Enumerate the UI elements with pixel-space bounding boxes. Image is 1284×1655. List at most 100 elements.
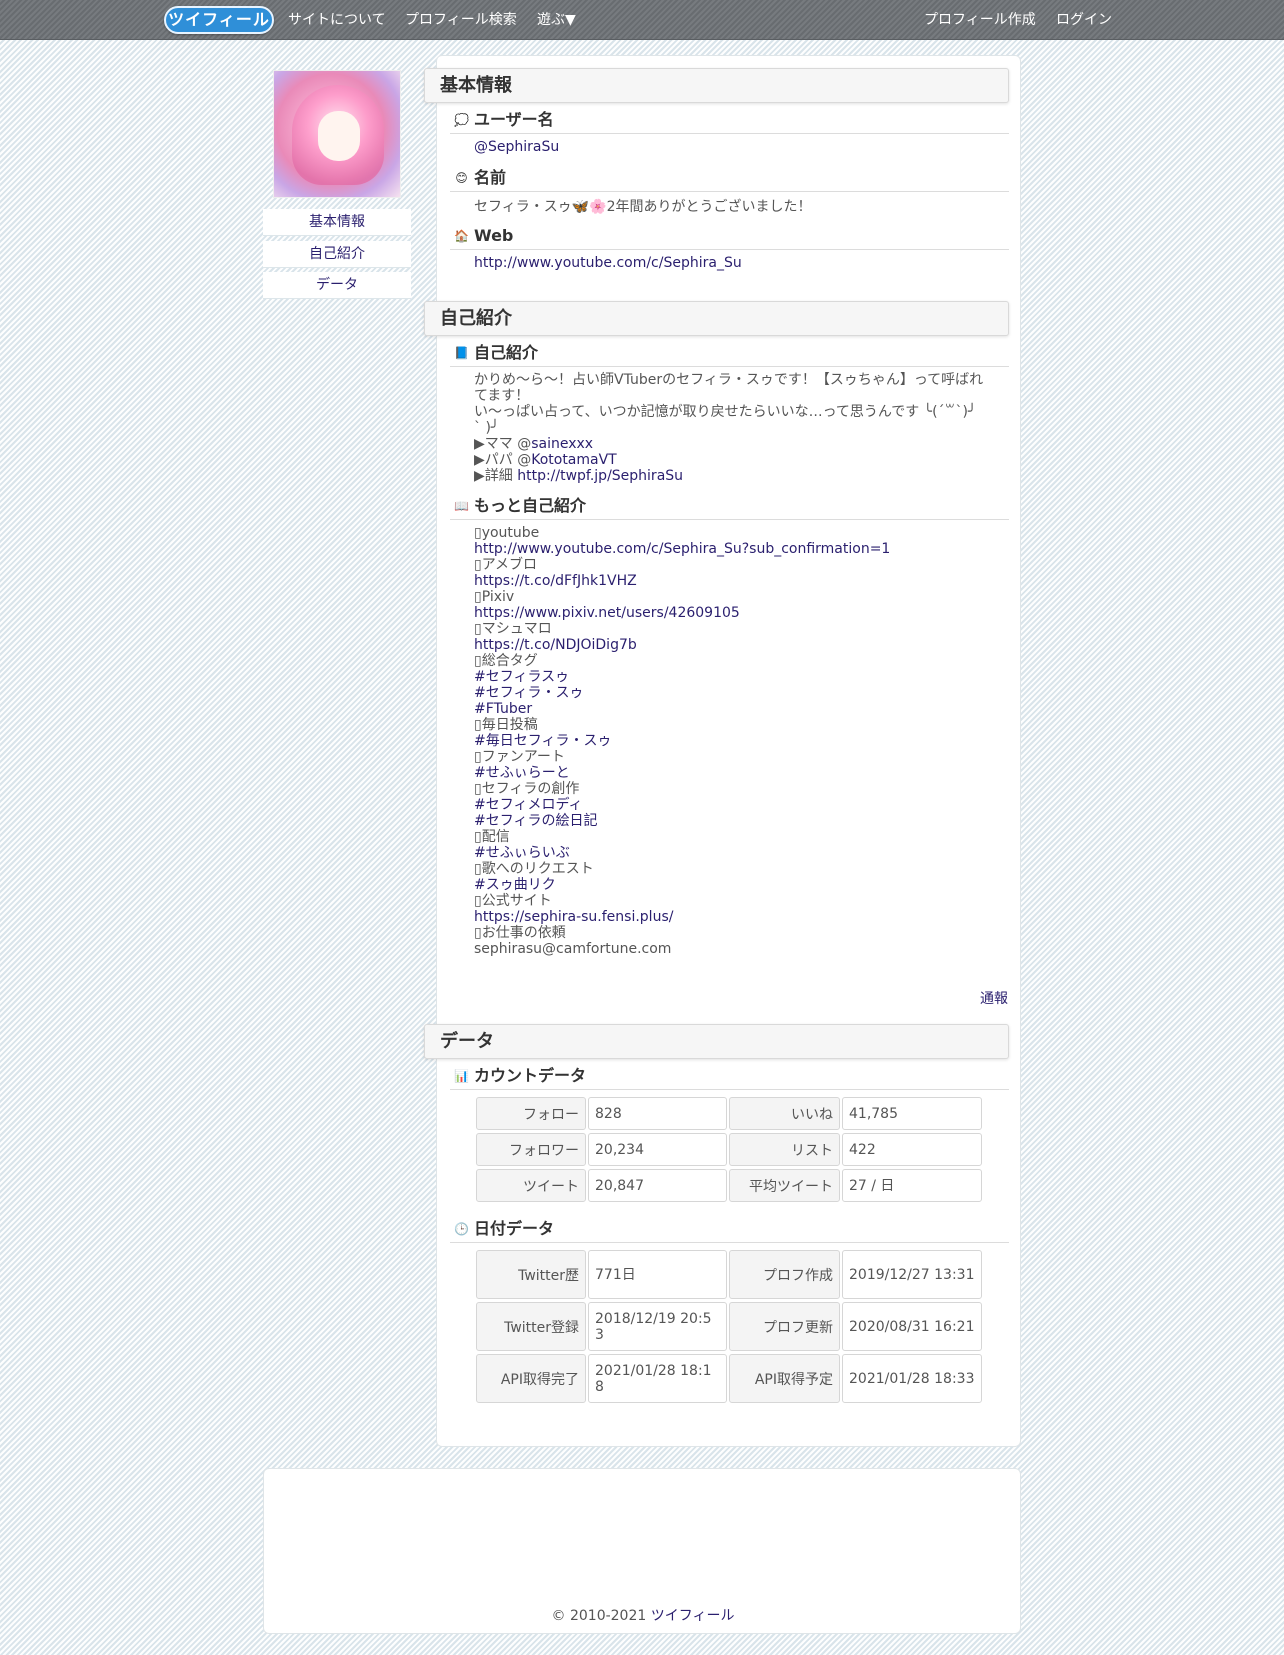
more-intro-link[interactable]: https://t.co/dFfJhk1VHZ <box>474 573 637 589</box>
sidebar-item-basic[interactable]: 基本情報 <box>263 209 411 236</box>
data-label-cell: ツイート <box>476 1169 586 1202</box>
data-label: API取得予定 <box>754 1371 833 1388</box>
more-intro-link[interactable]: https://www.pixiv.net/users/42609105 <box>474 605 740 621</box>
data-label: 平均ツイート <box>749 1178 833 1195</box>
data-label: API取得完了 <box>500 1371 579 1388</box>
data-value: 20,234 <box>595 1141 644 1158</box>
web-link[interactable]: http://www.youtube.com/c/Sephira_Su <box>474 255 742 271</box>
count-data-label: カウントデータ <box>474 1066 587 1085</box>
data-value: 2019/12/27 13:31 <box>849 1266 975 1283</box>
data-value-cell: 771日 <box>588 1250 727 1299</box>
data-label: プロフ作成 <box>763 1267 833 1284</box>
mama-prefix: ▶ママ <box>474 436 518 452</box>
bio-line: い〜っぱい占って、いつか記憶が取り戻せたらいいな…って思うんです ╰(´꒳`)╯ <box>474 404 977 420</box>
name-value: セフィラ・スゥ🦋🌸2年間ありがとうございました！ <box>474 199 812 215</box>
data-label-cell: リスト <box>729 1133 840 1166</box>
section-data-title: データ <box>424 1024 1009 1059</box>
papa-at: @ <box>517 452 532 468</box>
sidebar-item-intro[interactable]: 自己紹介 <box>263 241 411 268</box>
more-intro-link[interactable]: http://www.youtube.com/c/Sephira_Su?sub_… <box>474 541 890 557</box>
data-value: 2021/01/28 18:18 <box>595 1362 712 1395</box>
more-intro-link[interactable]: #毎日セフィラ・スゥ <box>474 733 611 749</box>
data-label: フォロー <box>523 1106 579 1123</box>
nav-about-link[interactable]: サイトについて <box>288 0 386 40</box>
more-intro-text: ▯公式サイト <box>474 893 552 909</box>
papa-link[interactable]: KototamaVT <box>531 452 617 468</box>
bio-line: かりめ〜ら〜！占い師VTuberのセフィラ・スゥです！【スゥちゃん】って呼ばれ <box>474 372 984 388</box>
data-label: Twitter登録 <box>504 1319 579 1336</box>
nav-search-link[interactable]: プロフィール検索 <box>405 0 517 40</box>
data-value: 2020/08/31 16:21 <box>849 1318 975 1335</box>
data-value: 422 <box>849 1141 876 1158</box>
data-value: 41,785 <box>849 1105 898 1122</box>
house-icon: 🏠 <box>454 229 469 243</box>
copyright-text: © 2010-2021 <box>551 1608 651 1624</box>
data-value: 828 <box>595 1105 622 1122</box>
data-label-cell: Twitter歴 <box>476 1250 586 1299</box>
bio-papa-line: ▶パパ @KototamaVT <box>474 452 617 468</box>
data-value-cell: 41,785 <box>842 1097 982 1130</box>
more-intro-text: ▯配信 <box>474 829 510 845</box>
mama-link[interactable]: sainexxx <box>531 436 593 452</box>
data-label: Twitter歴 <box>518 1267 579 1284</box>
footer: © 2010-2021 ツイフィール <box>263 1468 1021 1634</box>
detail-link[interactable]: http://twpf.jp/SephiraSu <box>517 468 683 484</box>
more-intro-link[interactable]: https://sephira-su.fensi.plus/ <box>474 909 673 925</box>
data-value-cell: 20,847 <box>588 1169 727 1202</box>
more-intro-link[interactable]: #せふぃらいぶ <box>474 845 570 861</box>
nav-login-link[interactable]: ログイン <box>1056 0 1112 40</box>
web-heading: 🏠 Web <box>450 224 1009 250</box>
papa-prefix: ▶パパ <box>474 452 518 468</box>
speech-bubble-icon: 💭 <box>454 113 469 127</box>
more-intro-text: ▯ファンアート <box>474 749 565 765</box>
more-intro-text: ▯総合タグ <box>474 653 538 669</box>
date-data-label: 日付データ <box>474 1219 555 1238</box>
data-value-cell: 2021/01/28 18:33 <box>842 1354 982 1403</box>
more-intro-link[interactable]: https://t.co/NDJOiDig7b <box>474 637 637 653</box>
more-intro-link[interactable]: #セフィラの絵日記 <box>474 813 597 829</box>
data-value-cell: 27 / 日 <box>842 1169 982 1202</box>
bio-detail-line: ▶詳細 http://twpf.jp/SephiraSu <box>474 468 683 484</box>
username-link[interactable]: @SephiraSu <box>474 139 559 155</box>
footer-brand-link[interactable]: ツイフィール <box>651 1608 735 1624</box>
data-value-cell: 2018/12/19 20:53 <box>588 1302 727 1351</box>
bio-label: 自己紹介 <box>474 343 539 362</box>
more-intro-link[interactable]: #セフィラスゥ <box>474 669 569 685</box>
nav-create-profile-link[interactable]: プロフィール作成 <box>924 0 1036 40</box>
bio-line: ` )╯ <box>474 420 500 436</box>
data-label-cell: API取得完了 <box>476 1354 586 1403</box>
detail-prefix: ▶詳細 <box>474 468 518 484</box>
data-label: いいね <box>791 1106 833 1123</box>
clock-icon: 🕒 <box>454 1222 469 1236</box>
data-value: 2021/01/28 18:33 <box>849 1370 975 1387</box>
bio-mama-line: ▶ママ @sainexxx <box>474 436 593 452</box>
data-label: ツイート <box>523 1178 579 1195</box>
avatar <box>273 70 401 198</box>
more-intro-link[interactable]: #FTuber <box>474 701 532 717</box>
web-label: Web <box>474 226 514 245</box>
sidebar-item-data[interactable]: データ <box>263 272 411 299</box>
data-value: 20,847 <box>595 1177 644 1194</box>
username-heading: 💭 ユーザー名 <box>450 108 1009 134</box>
more-intro-heading: 📖 もっと自己紹介 <box>450 494 1009 520</box>
book-blue-icon: 📘 <box>454 346 469 360</box>
more-intro-link[interactable]: #セフィメロディ <box>474 797 582 813</box>
data-label-cell: フォロワー <box>476 1133 586 1166</box>
data-value-cell: 422 <box>842 1133 982 1166</box>
more-intro-text: ▯歌へのリクエスト <box>474 861 594 877</box>
more-intro-text: ▯セフィラの創作 <box>474 781 580 797</box>
more-intro-link[interactable]: #せふぃらーと <box>474 765 570 781</box>
data-value-cell: 2021/01/28 18:18 <box>588 1354 727 1403</box>
more-intro-link[interactable]: #セフィラ・スゥ <box>474 685 583 701</box>
report-link[interactable]: 通報 <box>980 988 1008 1008</box>
site-logo[interactable]: ツイフィール <box>164 6 274 34</box>
data-label: プロフ更新 <box>763 1319 833 1336</box>
nav-play-dropdown[interactable]: 遊ぶ▼ <box>537 0 576 40</box>
data-value-cell: 20,234 <box>588 1133 727 1166</box>
section-intro-title: 自己紹介 <box>424 301 1009 336</box>
name-label: 名前 <box>474 168 507 187</box>
more-intro-link[interactable]: #スゥ曲リク <box>474 877 556 893</box>
open-book-icon: 📖 <box>454 499 469 513</box>
more-intro-label: もっと自己紹介 <box>474 496 587 515</box>
more-intro-text: ▯Pixiv <box>474 589 515 605</box>
